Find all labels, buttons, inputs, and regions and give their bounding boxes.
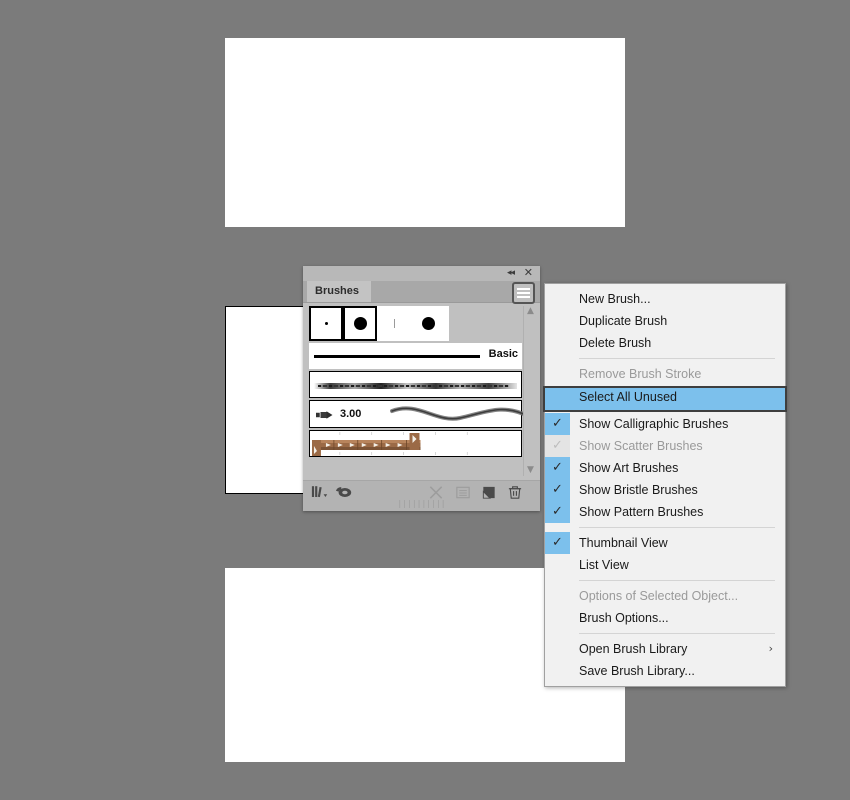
- brush-list: Basic 3.00: [309, 306, 530, 476]
- delete-brush-icon[interactable]: [506, 484, 524, 501]
- dot-small-icon: [324, 322, 328, 325]
- checkmark-icon: ✓: [545, 413, 570, 435]
- hamburger-line: [517, 288, 530, 290]
- scroll-down-icon[interactable]: ▼: [525, 465, 536, 476]
- menu-item-label: Show Art Brushes: [579, 461, 679, 475]
- checkmark-icon: ✓: [545, 435, 570, 457]
- menu-item-label: Show Scatter Brushes: [579, 439, 703, 453]
- brush-row-basic-label: Basic: [488, 348, 518, 360]
- brushes-panel: ◂◂ ✕ Brushes Basic 3.00 ▲ ▼ ||||||||||: [303, 266, 540, 511]
- close-panel-icon[interactable]: ✕: [524, 266, 533, 279]
- hamburger-line: [517, 292, 530, 294]
- collapse-panel-icon[interactable]: ◂◂: [507, 268, 515, 278]
- menu-separator: [579, 358, 775, 359]
- brush-thumbnail-basic-dot-large[interactable]: [343, 306, 377, 341]
- panel-resize-grip[interactable]: ||||||||||: [303, 500, 540, 508]
- brush-thumbnail-row: [309, 306, 449, 341]
- menu-separator: [579, 527, 775, 528]
- menu-item-label: Brush Options...: [579, 611, 669, 625]
- menu-item-label: Remove Brush Stroke: [579, 367, 702, 381]
- checkmark-icon: ✓: [545, 457, 570, 479]
- menu-separator: [579, 580, 775, 581]
- menu-item-label: Delete Brush: [579, 336, 652, 350]
- bristle-stroke-preview: [390, 406, 530, 421]
- brush-row-pattern[interactable]: [309, 430, 522, 457]
- menu-item-thumbnail-view[interactable]: ✓ Thumbnail View: [545, 532, 785, 554]
- menu-item-label: Duplicate Brush: [579, 314, 668, 328]
- menu-item-open-brush-library[interactable]: Open Brush Library ›: [545, 638, 785, 660]
- menu-separator: [579, 633, 775, 634]
- panel-footer-toolbar: ||||||||||: [303, 480, 540, 511]
- checkmark-icon: ✓: [545, 479, 570, 501]
- brush-list-scrollbar[interactable]: ▲ ▼: [523, 306, 537, 476]
- scroll-up-icon[interactable]: ▲: [525, 306, 536, 317]
- hamburger-line: [517, 296, 530, 298]
- dot-large-icon: [421, 317, 435, 330]
- menu-item-label: Options of Selected Object...: [579, 589, 739, 603]
- panel-titlebar[interactable]: ◂◂ ✕: [303, 266, 540, 281]
- menu-item-new-brush[interactable]: New Brush...: [545, 288, 785, 310]
- menu-item-brush-options[interactable]: Brush Options...: [545, 607, 785, 629]
- brush-row-basic[interactable]: Basic: [309, 343, 522, 369]
- menu-item-list-view[interactable]: List View: [545, 554, 785, 576]
- menu-item-label: List View: [579, 558, 629, 572]
- thin-line-icon: [393, 319, 395, 328]
- basic-stroke-preview: [314, 355, 480, 358]
- brush-thumbnail-calligraphic-thin[interactable]: [377, 306, 411, 341]
- menu-item-label: Open Brush Library: [579, 642, 688, 656]
- options-of-selected-object-icon: [456, 486, 470, 499]
- bristle-brush-size-label: 3.00: [340, 408, 362, 420]
- menu-item-label: Select All Unused: [579, 390, 677, 404]
- menu-item-label: Save Brush Library...: [579, 664, 695, 678]
- menu-item-delete-brush[interactable]: Delete Brush: [545, 332, 785, 354]
- menu-item-options-of-selected-object: Options of Selected Object...: [545, 585, 785, 607]
- brush-row-bristle[interactable]: 3.00: [309, 400, 530, 428]
- panel-flyout-menu-button[interactable]: [512, 282, 535, 304]
- checkmark-icon: ✓: [545, 532, 570, 554]
- dot-large-icon: [353, 317, 367, 330]
- panel-tabstrip: Brushes: [303, 281, 540, 304]
- menu-item-label: New Brush...: [579, 292, 651, 306]
- bristle-brush-icon: [316, 411, 333, 419]
- brush-thumbnail-basic-dot-small[interactable]: [309, 306, 343, 341]
- menu-item-save-brush-library[interactable]: Save Brush Library...: [545, 660, 785, 682]
- charcoal-stroke-preview: [314, 383, 517, 389]
- brush-thumbnail-basic-round[interactable]: [411, 306, 445, 341]
- menu-item-duplicate-brush[interactable]: Duplicate Brush: [545, 310, 785, 332]
- menu-item-remove-brush-stroke: Remove Brush Stroke: [545, 363, 785, 385]
- menu-item-show-bristle-brushes[interactable]: ✓ Show Bristle Brushes: [545, 479, 785, 501]
- brush-libraries-menu-icon[interactable]: [311, 484, 329, 501]
- libraries-panel-icon[interactable]: [335, 484, 353, 501]
- brush-row-charcoal[interactable]: [309, 371, 522, 398]
- menu-item-select-all-unused[interactable]: Select All Unused: [543, 386, 787, 412]
- menu-item-show-pattern-brushes[interactable]: ✓ Show Pattern Brushes: [545, 501, 785, 523]
- submenu-arrow-icon: ›: [768, 642, 773, 655]
- tab-brushes[interactable]: Brushes: [307, 281, 372, 302]
- menu-item-label: Show Calligraphic Brushes: [579, 417, 729, 431]
- menu-item-show-calligraphic-brushes[interactable]: ✓ Show Calligraphic Brushes: [545, 413, 785, 435]
- brushes-panel-flyout-menu: New Brush... Duplicate Brush Delete Brush R…: [543, 283, 787, 687]
- pattern-stroke-preview: [311, 432, 468, 456]
- menu-item-label: Show Bristle Brushes: [579, 483, 698, 497]
- menu-item-label: Show Pattern Brushes: [579, 505, 704, 519]
- menu-item-show-art-brushes[interactable]: ✓ Show Art Brushes: [545, 457, 785, 479]
- new-brush-icon[interactable]: [480, 484, 498, 501]
- document-canvas-top[interactable]: [225, 38, 625, 227]
- menu-item-show-scatter-brushes: ✓ Show Scatter Brushes: [545, 435, 785, 457]
- menu-item-label: Thumbnail View: [579, 536, 668, 550]
- brush-list-area: Basic 3.00 ▲ ▼: [303, 303, 540, 480]
- checkmark-icon: ✓: [545, 501, 570, 523]
